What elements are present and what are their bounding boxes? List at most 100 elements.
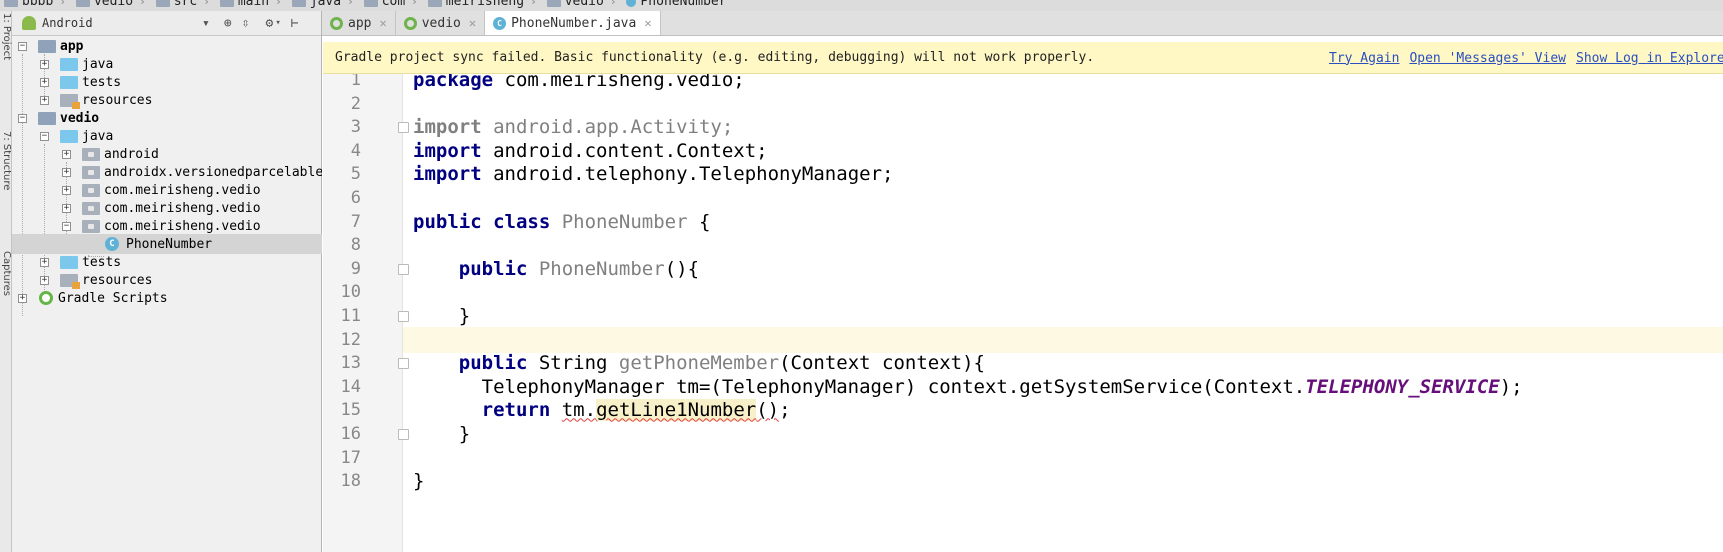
tree-item-package[interactable]: + android — [12, 144, 322, 164]
tree-item-package[interactable]: − com.meirisheng.vedio — [12, 216, 322, 236]
line-number: 12 — [340, 329, 361, 350]
banner-links: Try Again Open 'Messages' View Show Log … — [1329, 42, 1723, 73]
tree-item-vedio[interactable]: − vedio — [12, 108, 322, 128]
banner-message: Gradle project sync failed. Basic functi… — [335, 50, 1095, 65]
breadcrumb-item[interactable]: main — [216, 0, 273, 9]
breadcrumb-item[interactable]: com — [360, 0, 409, 9]
tree-item-package[interactable]: + com.meirisheng.vedio — [12, 198, 322, 218]
expand-icon[interactable]: + — [62, 167, 71, 177]
breadcrumb-label: com — [381, 0, 406, 9]
breadcrumb-item[interactable]: src — [152, 0, 201, 9]
gear-icon[interactable]: ⚙ — [265, 16, 273, 31]
code-line: package com.meirisheng.vedio; — [413, 74, 745, 93]
expand-icon[interactable]: + — [40, 77, 49, 87]
gear-dropdown-icon[interactable]: ▾ — [275, 18, 280, 28]
collapse-icon[interactable]: − — [40, 131, 49, 141]
code-token: ); — [1499, 375, 1523, 398]
chevron-right-icon: › — [203, 0, 210, 8]
tree-item-label: com.meirisheng.vedio — [104, 218, 261, 234]
folder-icon — [291, 0, 306, 7]
tree-item-app[interactable]: − app — [12, 36, 322, 56]
tree-item-label: Gradle Scripts — [58, 290, 168, 306]
gradle-icon — [39, 291, 53, 305]
module-folder-icon — [38, 39, 56, 53]
tree-item-resources[interactable]: + resources — [12, 90, 322, 110]
expand-icon[interactable]: + — [40, 59, 49, 69]
expand-icon[interactable]: + — [62, 149, 71, 159]
close-icon[interactable]: ✕ — [469, 16, 476, 30]
chevron-down-icon[interactable]: ▾ — [202, 16, 210, 31]
code-line: } — [413, 421, 470, 447]
tree-item-package[interactable]: + androidx.versionedparcelable — [12, 162, 322, 182]
code-token: PhoneNumber — [561, 210, 688, 233]
tree-item-label: app — [60, 38, 84, 54]
fold-marker-icon[interactable] — [398, 429, 409, 440]
breadcrumb-item[interactable]: vedio — [72, 0, 137, 9]
fold-marker-icon[interactable] — [398, 358, 409, 370]
tree-item-java[interactable]: − java — [12, 126, 322, 146]
expand-icon[interactable]: + — [62, 185, 71, 195]
collapse-icon[interactable]: − — [18, 113, 27, 123]
breadcrumb-item[interactable]: vedio — [543, 0, 608, 9]
tree-item-label: java — [82, 128, 114, 144]
tree-item-phonenumber[interactable]: C PhoneNumber — [12, 234, 322, 254]
breadcrumb-item[interactable]: bbbb — [0, 0, 57, 9]
show-log-in-explorer-link[interactable]: Show Log in Explorer — [1576, 51, 1723, 66]
open-messages-view-link[interactable]: Open 'Messages' View — [1409, 51, 1566, 66]
tree-item-package[interactable]: + com.meirisheng.vedio — [12, 180, 322, 200]
line-number: 17 — [340, 447, 361, 468]
code-token: } — [413, 305, 471, 327]
line-number: 16 — [340, 424, 361, 444]
tab-vedio[interactable]: vedio ✕ — [396, 11, 486, 35]
code-token: import — [413, 116, 482, 139]
tree-item-label: resources — [82, 92, 153, 108]
code-editor[interactable]: 1 2 3 4 5 6 7 8 9 10 11 12 13 14 15 16 17 18 package com.… — [323, 74, 1723, 552]
expand-icon[interactable]: + — [62, 203, 71, 213]
class-icon: C — [493, 16, 507, 30]
package-folder-icon — [82, 219, 100, 233]
breadcrumb-label: java — [309, 0, 342, 9]
breadcrumb-item[interactable]: java — [288, 0, 345, 9]
collapse-icon[interactable]: − — [62, 221, 71, 231]
code-token: public — [458, 257, 528, 280]
breadcrumb-item[interactable]: PhoneNumber — [622, 0, 730, 9]
expand-icon[interactable]: + — [18, 293, 27, 303]
close-icon[interactable]: ✕ — [644, 16, 651, 30]
chevron-right-icon: › — [139, 0, 146, 8]
tree-item-label: tests — [82, 254, 122, 270]
code-token: public — [458, 352, 528, 375]
code-line: } — [413, 468, 424, 494]
tree-item-java[interactable]: + java — [12, 54, 322, 74]
chevron-right-icon: › — [411, 0, 418, 8]
try-again-link[interactable]: Try Again — [1329, 51, 1399, 66]
tree-item-gradle-scripts[interactable]: + Gradle Scripts — [12, 288, 322, 308]
expand-icon[interactable]: + — [40, 95, 49, 105]
tree-item-tests[interactable]: + tests — [12, 72, 322, 92]
android-icon — [22, 16, 36, 30]
tab-label: PhoneNumber.java — [511, 15, 637, 31]
fold-marker-icon[interactable] — [398, 263, 409, 275]
tab-app[interactable]: app ✕ — [322, 11, 396, 35]
line-number: 13 — [340, 353, 361, 374]
expand-icon[interactable]: + — [40, 275, 49, 285]
close-icon[interactable]: ✕ — [379, 16, 386, 30]
collapse-icon[interactable]: − — [18, 41, 27, 51]
line-number: 15 — [340, 400, 361, 421]
code-token: return — [481, 399, 551, 422]
hide-panel-icon[interactable]: ⊢ — [291, 16, 299, 31]
breadcrumb-label: meirisheng — [445, 0, 525, 9]
breadcrumb-item[interactable]: meirisheng — [424, 0, 528, 9]
tab-phonenumber-java[interactable]: C PhoneNumber.java ✕ — [485, 11, 661, 35]
locate-icon[interactable]: ⊕ — [224, 16, 232, 31]
fold-marker-icon[interactable] — [398, 122, 409, 134]
tree-item-tests[interactable]: + tests — [12, 252, 322, 272]
tree-item-resources[interactable]: + resources — [12, 270, 322, 290]
fold-marker-icon[interactable] — [398, 311, 409, 322]
collapse-all-icon[interactable]: ⇳ — [242, 16, 250, 31]
structure-tool-button[interactable]: 7: Structure — [0, 131, 12, 190]
expand-icon[interactable]: + — [40, 257, 49, 267]
captures-tool-button[interactable]: Captures — [0, 251, 12, 296]
project-view-selector[interactable]: Android — [42, 16, 192, 30]
project-tool-button[interactable]: 1: Project — [0, 13, 12, 60]
